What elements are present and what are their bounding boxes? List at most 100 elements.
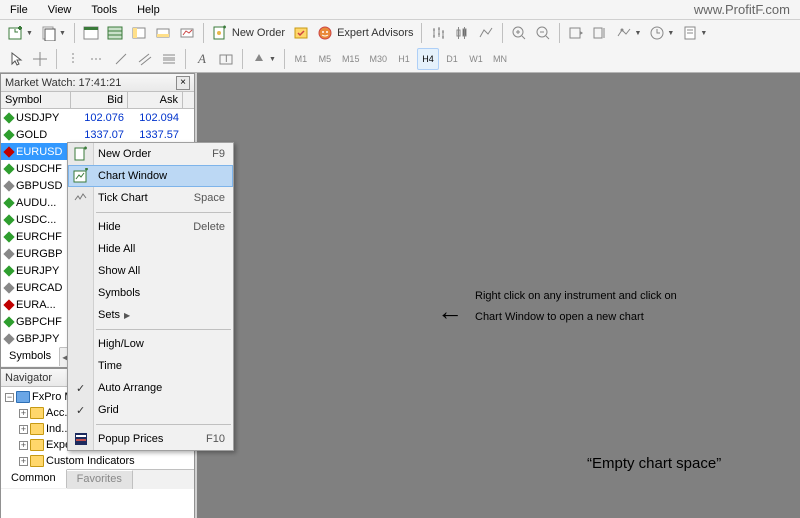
ctx-new-order[interactable]: New Order F9: [68, 143, 233, 165]
annotation-instructions: Right click on any instrument and click …: [475, 285, 677, 327]
tf-h1[interactable]: H1: [393, 48, 415, 70]
ctx-sets[interactable]: Sets: [68, 304, 233, 326]
symbol-name: GBPCHF: [16, 316, 62, 328]
bar-chart-icon: [430, 25, 446, 41]
navigator-button[interactable]: [128, 22, 150, 44]
tf-m5[interactable]: M5: [314, 48, 336, 70]
templates-button[interactable]: ▼: [679, 22, 710, 44]
symbol-name: EURCHF: [16, 231, 62, 243]
zoom-out-button[interactable]: [532, 22, 554, 44]
terminal-button[interactable]: [152, 22, 174, 44]
navigator-icon: [131, 25, 147, 41]
metaquotes-button[interactable]: [290, 22, 312, 44]
tf-d1[interactable]: D1: [441, 48, 463, 70]
expand-icon[interactable]: +: [19, 409, 28, 418]
expert-advisors-label: Expert Advisors: [337, 27, 413, 39]
candlestick-icon: [454, 25, 470, 41]
menu-tools[interactable]: Tools: [81, 1, 127, 19]
symbol-name: EURJPY: [16, 265, 59, 277]
channel-button[interactable]: [134, 48, 156, 70]
ctx-time[interactable]: Time: [68, 355, 233, 377]
ctx-shortcut: F10: [206, 433, 225, 445]
tab-symbols[interactable]: Symbols: [1, 347, 60, 366]
text-button[interactable]: A: [191, 48, 213, 70]
arrow-up-icon: [251, 51, 267, 67]
direction-icon: [3, 333, 14, 344]
close-button[interactable]: ×: [176, 76, 190, 90]
candlestick-button[interactable]: [451, 22, 473, 44]
direction-icon: [3, 231, 14, 242]
ctx-auto-arrange[interactable]: Auto Arrange: [68, 377, 233, 399]
ctx-grid[interactable]: Grid: [68, 399, 233, 421]
ctx-popup-prices[interactable]: Popup Prices F10: [68, 428, 233, 450]
symbol-name: USDC...: [16, 214, 56, 226]
ctx-hide[interactable]: Hide Delete: [68, 216, 233, 238]
dropdown-arrow-icon: ▼: [667, 30, 674, 37]
indicators-button[interactable]: ▼: [613, 22, 644, 44]
ctx-chart-window[interactable]: Chart Window: [68, 165, 233, 187]
fibonacci-button[interactable]: [158, 48, 180, 70]
expand-icon[interactable]: +: [19, 425, 28, 434]
chart-area[interactable]: ← Right click on any instrument and clic…: [197, 73, 800, 518]
ctx-show-all[interactable]: Show All: [68, 260, 233, 282]
ctx-high-low[interactable]: High/Low: [68, 333, 233, 355]
col-bid[interactable]: Bid: [71, 92, 128, 108]
ctx-shortcut: F9: [212, 148, 225, 160]
tf-mn[interactable]: MN: [489, 48, 511, 70]
tf-w1[interactable]: W1: [465, 48, 487, 70]
market-watch-button[interactable]: [80, 22, 102, 44]
symbol-name: AUDU...: [16, 197, 56, 209]
expert-advisors-button[interactable]: Expert Advisors: [314, 22, 416, 44]
col-symbol[interactable]: Symbol: [1, 92, 71, 108]
menu-view[interactable]: View: [38, 1, 82, 19]
bar-chart-button[interactable]: [427, 22, 449, 44]
collapse-icon[interactable]: −: [5, 393, 14, 402]
market-watch-icon: [83, 25, 99, 41]
data-window-button[interactable]: [104, 22, 126, 44]
direction-icon: [3, 248, 14, 259]
periodicity-button[interactable]: ▼: [646, 22, 677, 44]
trendline-button[interactable]: [110, 48, 132, 70]
tf-m30[interactable]: M30: [365, 48, 391, 70]
menu-help[interactable]: Help: [127, 1, 170, 19]
tree-label: Custom Indicators: [46, 455, 135, 467]
line-chart-button[interactable]: [475, 22, 497, 44]
tab-common[interactable]: Common: [1, 469, 67, 488]
market-watch-row[interactable]: GOLD1337.071337.57: [1, 126, 194, 143]
tab-favorites[interactable]: Favorites: [67, 470, 133, 489]
ctx-label: Hide All: [98, 243, 225, 255]
menu-bar: File View Tools Help: [0, 0, 800, 20]
tf-m1[interactable]: M1: [290, 48, 312, 70]
crosshair-button[interactable]: [29, 48, 51, 70]
col-ask[interactable]: Ask: [128, 92, 183, 108]
tf-h4[interactable]: H4: [417, 48, 439, 70]
annotation-empty-space: “Empty chart space”: [587, 455, 721, 472]
market-watch-row[interactable]: USDJPY102.076102.094: [1, 109, 194, 126]
horizontal-line-button[interactable]: [86, 48, 108, 70]
ctx-hide-all[interactable]: Hide All: [68, 238, 233, 260]
arrows-button[interactable]: ▼: [248, 48, 279, 70]
text-label-button[interactable]: T: [215, 48, 237, 70]
ctx-label: Tick Chart: [98, 192, 194, 204]
separator: [242, 49, 243, 69]
expand-icon[interactable]: +: [19, 457, 28, 466]
vertical-line-button[interactable]: [62, 48, 84, 70]
chart-shift-button[interactable]: [589, 22, 611, 44]
new-order-button[interactable]: New Order: [209, 22, 288, 44]
tree-item-custom-indicators[interactable]: + Custom Indicators: [3, 453, 192, 469]
bid-value: 1337.07: [71, 128, 128, 142]
direction-icon: [3, 214, 14, 225]
ctx-symbols[interactable]: Symbols: [68, 282, 233, 304]
menu-file[interactable]: File: [0, 1, 38, 19]
tf-m15[interactable]: M15: [338, 48, 364, 70]
strategy-tester-button[interactable]: [176, 22, 198, 44]
auto-scroll-button[interactable]: [565, 22, 587, 44]
expand-icon[interactable]: +: [19, 441, 28, 450]
ctx-label: New Order: [98, 148, 212, 160]
separator: [284, 49, 285, 69]
ctx-tick-chart[interactable]: Tick Chart Space: [68, 187, 233, 209]
new-chart-button[interactable]: ▼: [5, 22, 36, 44]
profiles-button[interactable]: ▼: [38, 22, 69, 44]
cursor-button[interactable]: [5, 48, 27, 70]
zoom-in-button[interactable]: [508, 22, 530, 44]
